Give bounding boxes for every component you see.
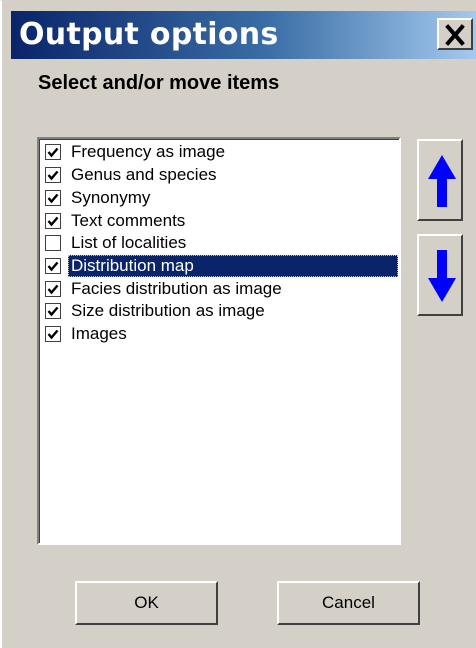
checkbox[interactable]	[45, 190, 61, 206]
checkbox[interactable]	[45, 213, 61, 229]
list-item-label: Images	[71, 324, 127, 343]
list-item-label: Genus and species	[71, 165, 217, 184]
checkmark-icon	[47, 193, 59, 204]
checkmark-icon	[47, 284, 59, 295]
list-item-label: List of localities	[71, 233, 187, 252]
list-item-label: Size distribution as image	[71, 301, 265, 320]
checkbox[interactable]	[45, 303, 61, 319]
checkmark-icon	[47, 261, 59, 272]
instructions-label: Select and/or move items	[38, 72, 280, 94]
list-item-label: Facies distribution as image	[71, 279, 282, 298]
checkbox[interactable]	[45, 326, 61, 342]
cancel-button[interactable]: Cancel	[277, 581, 420, 625]
list-item-images[interactable]: Images	[43, 323, 399, 345]
arrow-up-icon	[428, 155, 456, 207]
checkmark-icon	[47, 216, 59, 227]
list-item-frequency-as-image[interactable]: Frequency as image	[43, 141, 399, 163]
output-items-list[interactable]: Frequency as image Genus and species Syn…	[37, 137, 401, 545]
title-bar[interactable]: Output options	[11, 11, 476, 59]
close-icon	[445, 24, 465, 46]
list-item-facies-distribution-as-image[interactable]: Facies distribution as image	[43, 278, 399, 300]
list-item-label: Frequency as image	[71, 142, 226, 161]
ok-button[interactable]: OK	[75, 581, 218, 625]
checkbox[interactable]	[45, 235, 61, 251]
list-item-size-distribution-as-image[interactable]: Size distribution as image	[43, 300, 399, 322]
window-title: Output options	[19, 17, 279, 52]
list-item-label: Distribution map	[68, 255, 398, 277]
checkmark-icon	[47, 170, 59, 181]
arrow-down-icon	[428, 250, 456, 302]
checkbox[interactable]	[45, 258, 61, 274]
checkmark-icon	[47, 306, 59, 317]
list-item-synonymy[interactable]: Synonymy	[43, 187, 399, 209]
checkbox[interactable]	[45, 144, 61, 160]
list-item-genus-and-species[interactable]: Genus and species	[43, 164, 399, 186]
list-item-text-comments[interactable]: Text comments	[43, 210, 399, 232]
close-button[interactable]	[437, 18, 473, 50]
list-item-list-of-localities[interactable]: List of localities	[43, 232, 399, 254]
list-item-distribution-map[interactable]: Distribution map	[43, 255, 399, 277]
checkmark-icon	[47, 329, 59, 340]
move-down-button[interactable]	[417, 234, 463, 316]
output-options-dialog: Output options Select and/or move items …	[0, 0, 476, 648]
checkbox[interactable]	[45, 167, 61, 183]
move-up-button[interactable]	[417, 139, 463, 221]
checkmark-icon	[47, 147, 59, 158]
list-item-label: Text comments	[71, 211, 186, 230]
list-item-label: Synonymy	[71, 188, 151, 207]
checkbox[interactable]	[45, 281, 61, 297]
